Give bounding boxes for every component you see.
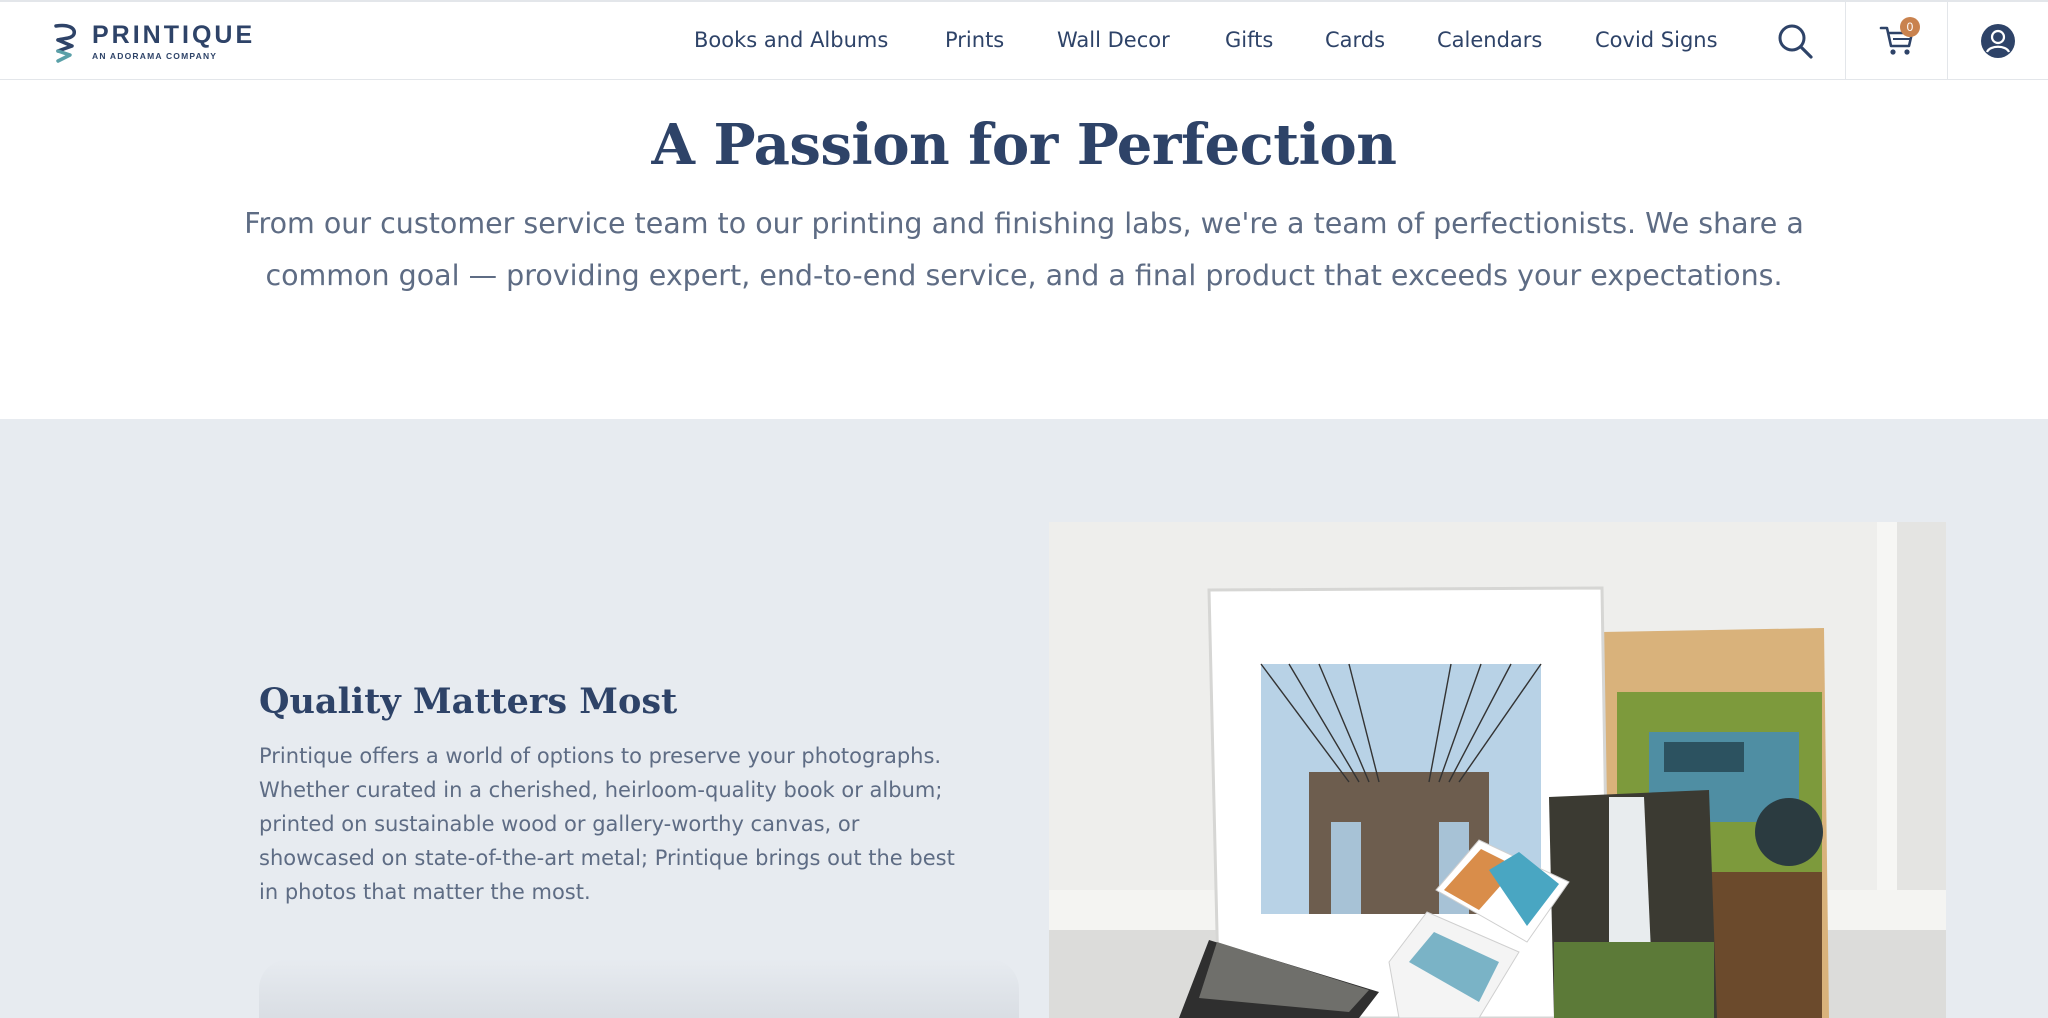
quality-paragraph: Printique offers a world of options to p… [259,744,955,904]
page-title: A Passion for Perfection [651,112,1397,178]
nav-item-prints[interactable]: Prints [945,28,1004,52]
card-shadow [259,959,1019,1018]
nav-item-wall-decor[interactable]: Wall Decor [1057,28,1170,52]
printique-logo[interactable]: PRINTIQUE AN ADORAMA COMPANY [50,20,255,64]
product-showcase-illustration [1049,522,1946,1018]
product-showcase-image [1049,522,1946,1018]
site-header: PRINTIQUE AN ADORAMA COMPANY Books and A… [0,0,2048,80]
cart-button[interactable]: 0 [1846,2,1947,80]
cart-count-badge: 0 [1900,17,1920,37]
canvas-print [1549,790,1717,1018]
nav-item-books-and-albums[interactable]: Books and Albums [694,28,888,52]
quality-section: Quality Matters Most Printique offers a … [0,419,2048,1018]
search-button[interactable] [1745,2,1845,80]
quality-title: Quality Matters Most [259,681,678,722]
brand-name: PRINTIQUE [92,21,256,50]
intro-paragraph: From our customer service team to our pr… [244,207,1804,292]
nav-item-covid-signs[interactable]: Covid Signs [1595,28,1718,52]
account-button[interactable] [1948,2,2048,80]
brand-tagline: AN ADORAMA COMPANY [92,51,218,62]
nav-item-cards[interactable]: Cards [1325,28,1385,52]
account-icon [1981,24,2015,58]
search-icon [1778,24,1813,59]
nav-item-calendars[interactable]: Calendars [1437,28,1542,52]
printique-logo-mark-icon [54,23,77,63]
nav-item-gifts[interactable]: Gifts [1225,28,1273,52]
